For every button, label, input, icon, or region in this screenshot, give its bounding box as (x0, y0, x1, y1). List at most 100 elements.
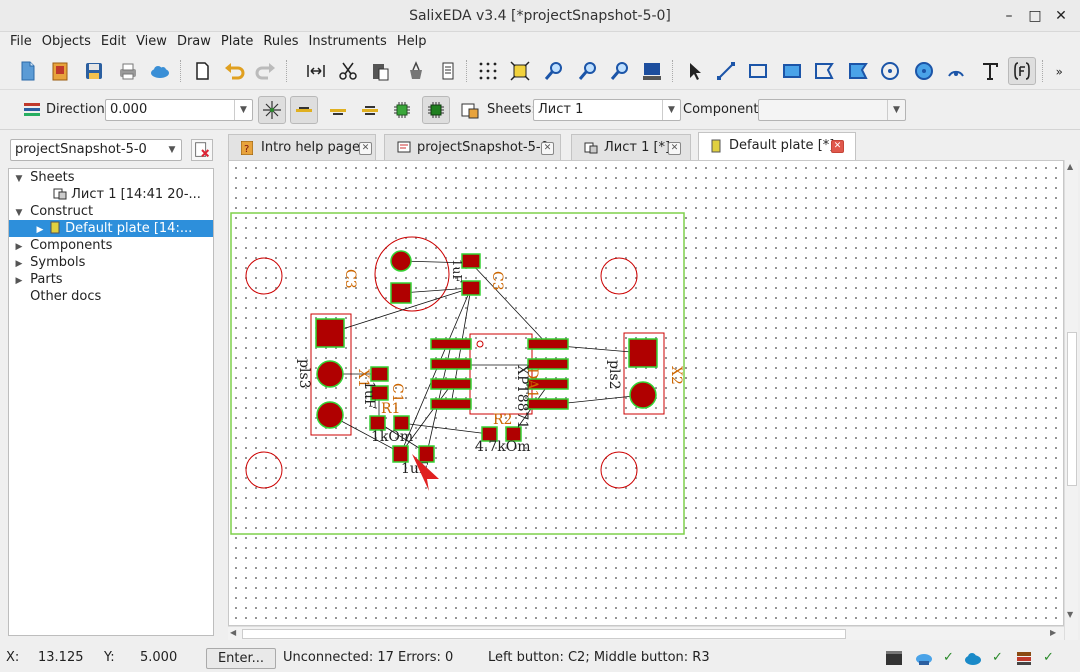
tree-item-construct[interactable]: ▼ Construct (9, 203, 213, 220)
tab-intro-help[interactable]: ? Intro help page ✕ (228, 134, 376, 160)
scroll-down-icon[interactable]: ▼ (1067, 610, 1073, 619)
close-window-button[interactable]: ✕ (1046, 0, 1076, 32)
filled-circle-tool-icon[interactable] (910, 57, 938, 85)
direction-combo[interactable]: 0.000 ▼ (105, 99, 253, 121)
filled-polygon-tool-icon[interactable] (844, 57, 872, 85)
clear-icon[interactable] (402, 57, 430, 85)
tree-item-components[interactable]: ▶ Components (9, 237, 213, 254)
print-icon[interactable] (114, 57, 142, 85)
tree-item-symbols[interactable]: ▶ Symbols (9, 254, 213, 271)
tree-item-sheet-1[interactable]: Лист 1 [14:41 20-... (9, 186, 213, 203)
chevron-down-icon: ▼ (887, 100, 905, 120)
tree-item-parts[interactable]: ▶ Parts (9, 271, 213, 288)
tab-project-snapshot[interactable]: projectSnapshot-5-0 ✕ (384, 134, 561, 160)
tree-item-label: Default plate [14:... (65, 221, 193, 236)
menu-view[interactable]: View (131, 32, 172, 52)
menu-instruments[interactable]: Instruments (304, 32, 392, 52)
close-project-icon (195, 142, 210, 158)
label-c3-silk: C3 (342, 269, 358, 289)
vertical-scrollbar[interactable]: ▲ ▼ (1064, 160, 1078, 640)
toolbar-overflow-icon[interactable]: » (1052, 57, 1072, 85)
3d-view-icon[interactable] (638, 57, 666, 85)
pcb-canvas[interactable]: C3 C3 1uF pls3 X1 C1 1uF R1 1kOm 1uF DA1… (228, 160, 1064, 626)
properties-icon[interactable] (434, 57, 462, 85)
toolbar-separator (672, 60, 674, 82)
filled-rectangle-tool-icon[interactable] (778, 57, 806, 85)
tree-item-label: Symbols (30, 255, 86, 270)
new-document-icon[interactable] (188, 57, 216, 85)
cloud-status-icon[interactable] (963, 649, 983, 667)
close-tab-icon[interactable]: ✕ (541, 142, 554, 155)
undo-icon[interactable] (220, 57, 248, 85)
zoom-fit-icon[interactable] (506, 57, 534, 85)
svg-text:»: » (1056, 65, 1063, 79)
scroll-left-icon[interactable]: ◀ (230, 628, 236, 637)
satellite-icon[interactable] (914, 649, 934, 667)
project-selector[interactable]: projectSnapshot-5-0 ▼ (10, 139, 182, 161)
close-tab-icon[interactable]: ✕ (359, 142, 372, 155)
library-icon[interactable] (1014, 649, 1034, 667)
component-combo[interactable]: ▼ (758, 99, 906, 121)
bottom-side-icon[interactable] (324, 96, 352, 124)
tab-default-plate[interactable]: Default plate [*] ✕ (698, 132, 856, 160)
video-icon[interactable] (884, 649, 904, 667)
new-project-icon[interactable] (14, 57, 42, 85)
unconnected-status: Unconnected: 17 Errors: 0 (283, 650, 454, 665)
menu-file[interactable]: File (0, 32, 37, 52)
grid-icon[interactable] (474, 57, 502, 85)
tree-item-sheets[interactable]: ▼ Sheets (9, 169, 213, 186)
zoom-area-icon[interactable] (606, 57, 634, 85)
menu-edit[interactable]: Edit (96, 32, 131, 52)
scroll-up-icon[interactable]: ▲ (1067, 162, 1073, 171)
label-x2: X2 (668, 366, 684, 385)
mirror-icon[interactable] (302, 57, 330, 85)
field-tool-icon[interactable] (1008, 57, 1036, 85)
menu-draw[interactable]: Draw (172, 32, 216, 52)
save-icon[interactable] (80, 57, 108, 85)
redo-icon[interactable] (252, 57, 280, 85)
pcb-drawing[interactable]: C3 C3 1uF pls3 X1 C1 1uF R1 1kOm 1uF DA1… (229, 161, 1064, 626)
snap-center-icon[interactable] (258, 96, 286, 124)
menu-plate[interactable]: Plate (216, 32, 259, 52)
tree-item-other-docs[interactable]: Other docs (9, 288, 213, 305)
rectangle-tool-icon[interactable] (744, 57, 772, 85)
close-tab-icon[interactable]: ✕ (668, 142, 681, 155)
menu-objects[interactable]: Objects (37, 32, 96, 52)
text-tool-icon[interactable] (976, 57, 1004, 85)
label-c3-value: 1uF (450, 259, 464, 283)
vertical-scroll-thumb[interactable] (1067, 332, 1077, 486)
close-tab-icon[interactable]: ✕ (831, 140, 844, 153)
both-sides-icon[interactable] (356, 96, 384, 124)
menu-help[interactable]: Help (392, 32, 432, 52)
circle-tool-icon[interactable] (876, 57, 904, 85)
horizontal-scroll-thumb[interactable] (242, 629, 846, 639)
zoom-out-icon[interactable] (574, 57, 602, 85)
open-project-icon[interactable] (46, 57, 74, 85)
sheets-combo[interactable]: Лист 1 ▼ (533, 99, 681, 121)
direction-value: 0.000 (110, 102, 148, 117)
chip-filled-icon[interactable] (422, 96, 450, 124)
layers-icon[interactable] (18, 96, 46, 124)
cut-icon[interactable] (334, 57, 362, 85)
polygon-tool-icon[interactable] (810, 57, 838, 85)
chip-icon[interactable] (388, 96, 416, 124)
paste-icon[interactable] (366, 57, 394, 85)
cloud-icon[interactable] (146, 57, 174, 85)
sheet-component-icon[interactable] (456, 96, 484, 124)
enter-coordinates-button[interactable]: Enter... (206, 648, 276, 669)
zoom-in-icon[interactable] (540, 57, 568, 85)
tree-item-label: Construct (30, 204, 94, 219)
tab-sheet-1[interactable]: Лист 1 [*] ✕ (571, 134, 691, 160)
close-project-button[interactable] (191, 139, 213, 161)
top-side-icon[interactable] (290, 96, 318, 124)
arc-tool-icon[interactable] (942, 57, 970, 85)
menu-rules[interactable]: Rules (258, 32, 303, 52)
tree-item-default-plate[interactable]: ▶ Default plate [14:... (9, 220, 213, 237)
line-tool-icon[interactable] (712, 57, 740, 85)
tab-label: Default plate [*] (729, 138, 835, 153)
horizontal-scrollbar[interactable]: ◀ ▶ (228, 626, 1064, 640)
select-pointer-icon[interactable] (680, 57, 708, 85)
sheets-label: Sheets: (487, 102, 536, 117)
window-title: SalixEDA v3.4 [*projectSnapshot-5-0] (409, 8, 671, 24)
scroll-right-icon[interactable]: ▶ (1050, 628, 1056, 637)
